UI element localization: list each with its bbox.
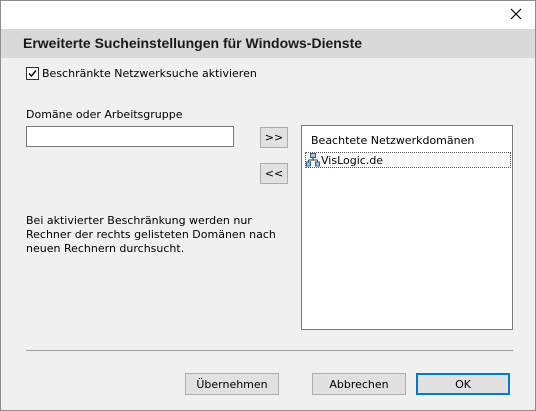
- cancel-button[interactable]: Abbrechen: [312, 373, 406, 395]
- domain-listbox[interactable]: Beachtete Netzwerkdomänen VisLogic.de: [301, 125, 513, 330]
- listbox-header: Beachtete Netzwerkdomänen: [311, 134, 475, 147]
- dialog-title: Erweiterte Sucheinstellungen für Windows…: [23, 35, 363, 51]
- dialog-header: Erweiterte Sucheinstellungen für Windows…: [1, 29, 535, 58]
- ok-button[interactable]: OK: [416, 373, 510, 395]
- add-domain-button[interactable]: >>: [260, 127, 288, 148]
- domain-input[interactable]: [26, 126, 234, 147]
- checkbox-box[interactable]: [26, 67, 39, 80]
- dialog-window: Erweiterte Sucheinstellungen für Windows…: [0, 0, 536, 411]
- remove-domain-button[interactable]: <<: [260, 163, 288, 184]
- restrict-search-checkbox[interactable]: Beschränkte Netzwerksuche aktivieren: [26, 67, 257, 80]
- close-button[interactable]: [501, 3, 531, 25]
- list-item-label: VisLogic.de: [321, 153, 384, 167]
- close-icon: [510, 8, 522, 20]
- network-domain-icon: [306, 153, 320, 167]
- separator: [26, 350, 513, 351]
- list-item[interactable]: VisLogic.de: [305, 152, 511, 168]
- checkbox-label: Beschränkte Netzwerksuche aktivieren: [42, 67, 257, 80]
- domain-input-label: Domäne oder Arbeitsgruppe: [26, 108, 183, 121]
- title-bar: [1, 1, 535, 29]
- apply-button[interactable]: Übernehmen: [185, 373, 279, 395]
- info-text: Bei aktivierter Beschränkung werden nur …: [26, 214, 276, 255]
- checkmark-icon: [28, 70, 37, 78]
